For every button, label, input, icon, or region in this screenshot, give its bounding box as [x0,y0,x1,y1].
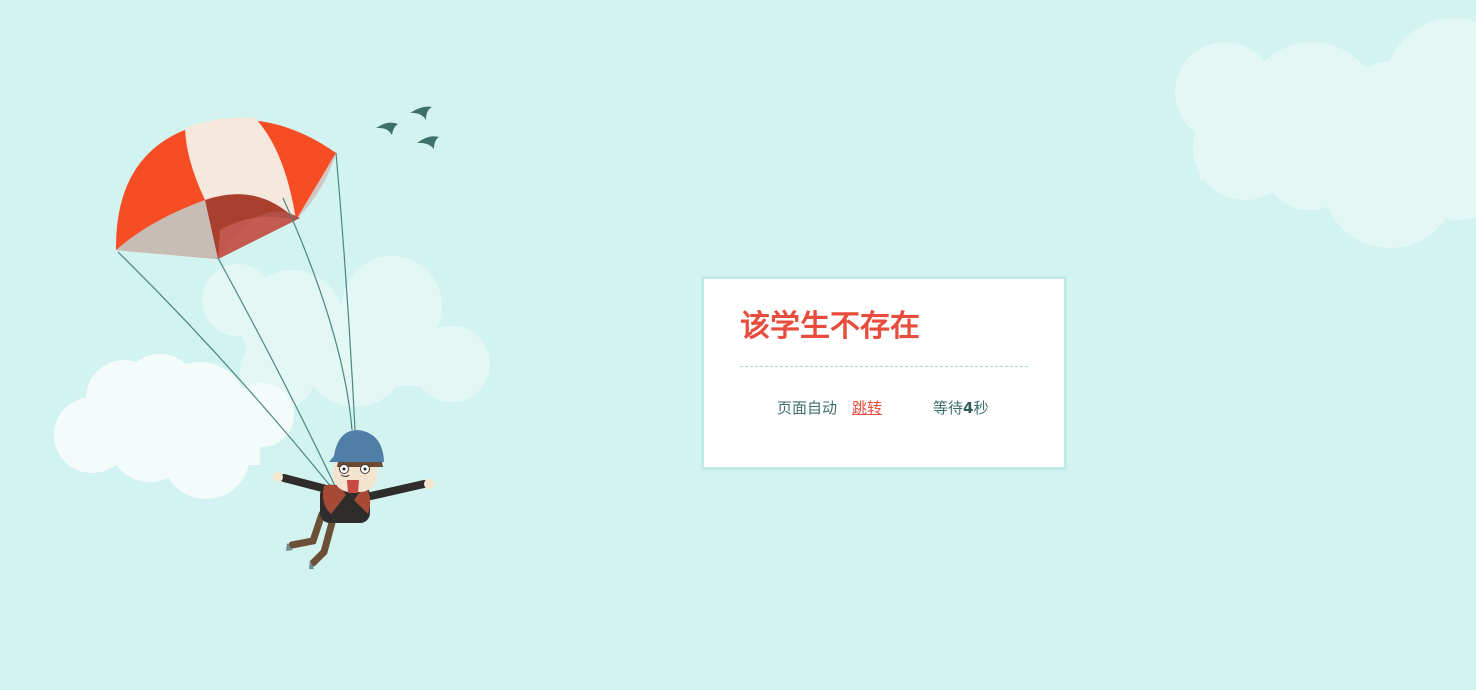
divider [740,366,1028,367]
bird-icon [410,106,432,120]
wait-suffix: 秒 [973,399,989,417]
wait-prefix: 等待 [933,399,964,417]
bird-icon [417,136,439,149]
skydiver-icon [273,430,434,569]
wait-text: 等待4秒 [933,396,988,420]
cloud-icon [1175,18,1476,248]
redirect-link[interactable]: 跳转 [852,396,882,420]
message-box: 该学生不存在 页面自动 跳转 等待4秒 [701,276,1067,470]
page-title: 该学生不存在 [740,309,920,344]
auto-redirect-label: 页面自动 [777,399,838,417]
error-page: 该学生不存在 页面自动 跳转 等待4秒 [0,0,1476,690]
countdown-seconds: 4 [963,399,974,417]
bird-icon [376,122,398,135]
redirect-info: 页面自动 跳转 等待4秒 [704,396,1064,420]
